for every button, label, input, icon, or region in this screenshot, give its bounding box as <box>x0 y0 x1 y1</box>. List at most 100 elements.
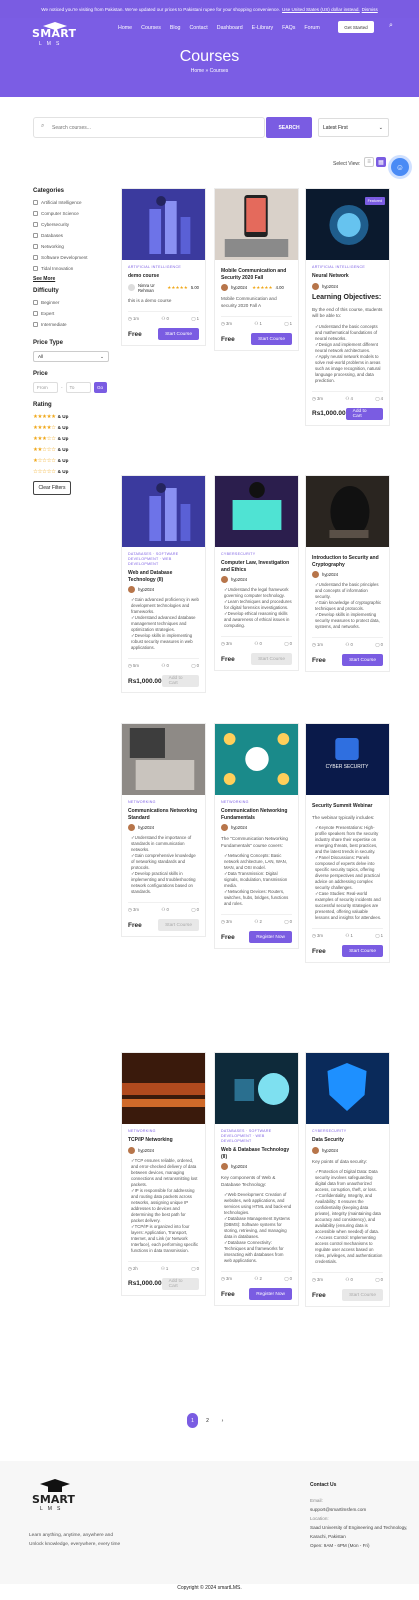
filter-category[interactable]: Artificial Intelligence <box>33 199 113 206</box>
checkbox[interactable] <box>33 266 38 271</box>
course-card[interactable]: CYBER SECURITY Security Summit Webinar The… <box>305 723 390 963</box>
course-action-button[interactable]: Add to Cart <box>161 1277 199 1290</box>
course-action-button[interactable]: Add to Cart <box>345 407 383 420</box>
filter-difficulty[interactable]: Intermediate <box>33 321 113 328</box>
filter-category[interactable]: Tidal Innovation <box>33 265 113 272</box>
checkbox[interactable] <box>33 211 38 216</box>
course-action-button[interactable]: Start Course <box>158 328 199 340</box>
course-action-button[interactable]: Start Course <box>158 919 199 931</box>
next-page-button[interactable]: › <box>217 1413 228 1428</box>
course-title[interactable]: Introduction to Security and Cryptograph… <box>312 555 383 568</box>
nav-blog[interactable]: Blog <box>170 25 181 31</box>
nav-faqs[interactable]: FAQs <box>282 25 295 31</box>
course-action-button[interactable]: Register Now <box>249 1288 292 1300</box>
price-from-input[interactable]: From <box>33 382 58 393</box>
filter-category[interactable]: Networking <box>33 243 113 250</box>
course-thumbnail[interactable] <box>215 476 298 547</box>
site-logo[interactable]: SMART LMS <box>32 22 76 50</box>
course-title[interactable]: Security Summit Webinar <box>312 803 383 810</box>
price-go-button[interactable]: Go <box>93 382 107 393</box>
course-category-tag[interactable]: NETWORKING <box>128 800 199 805</box>
course-thumbnail[interactable] <box>122 724 205 795</box>
rating-filter-5[interactable]: ★★★★★ & Up <box>33 413 113 420</box>
nav-elibrary[interactable]: E-Library <box>252 25 274 31</box>
course-title[interactable]: demo course <box>128 273 199 280</box>
course-thumbnail[interactable] <box>215 189 298 260</box>
grid-view-icon[interactable]: ▦ <box>376 157 386 167</box>
filter-category[interactable]: Databases <box>33 232 113 239</box>
checkbox[interactable] <box>33 311 38 316</box>
checkbox[interactable] <box>33 255 38 260</box>
course-card[interactable]: NETWORKING TCP/IP Networking hyp2024 ✓TCP e… <box>121 1052 206 1296</box>
search-icon[interactable]: ⌕ <box>389 22 393 30</box>
use-usd-link[interactable]: Use United States (US) dollar instead. <box>282 7 360 12</box>
course-thumbnail[interactable]: CYBER SECURITY <box>306 724 389 795</box>
course-category-tag[interactable]: NETWORKING <box>221 800 292 805</box>
rating-filter-0[interactable]: ☆☆☆☆☆ & Up <box>33 468 113 475</box>
price-to-input[interactable]: To <box>65 382 91 393</box>
checkbox[interactable] <box>33 200 38 205</box>
course-title[interactable]: Web & Database Technology (II) <box>221 1147 292 1160</box>
course-card[interactable]: Mobile Communication and Security 2020 F… <box>214 188 299 351</box>
list-view-icon[interactable]: ≡ <box>364 157 374 167</box>
course-action-button[interactable]: Start Course <box>342 945 383 957</box>
course-action-button[interactable]: Register Now <box>249 931 292 943</box>
course-category-tag[interactable]: DATABASES · SOFTWARE DEVELOPMENT · WEB D… <box>221 1129 292 1144</box>
page-1-button[interactable]: 1 <box>187 1413 198 1428</box>
price-type-select[interactable]: All ⌄ <box>33 351 109 362</box>
course-thumbnail[interactable] <box>122 1053 205 1124</box>
course-category-tag[interactable]: CYBERSECURITY <box>312 1129 383 1134</box>
checkbox[interactable] <box>33 222 38 227</box>
course-action-button[interactable]: Start Course <box>342 1289 383 1301</box>
course-card[interactable]: Featured ARTIFICIAL INTELLIGENCE Neural Ne… <box>305 188 390 426</box>
checkbox[interactable] <box>33 244 38 249</box>
nav-contact[interactable]: Contact <box>189 25 207 31</box>
course-card[interactable]: CYBERSECURITY Data Security hyp2024 Key poi… <box>305 1052 390 1307</box>
course-card[interactable]: DATABASES · SOFTWARE DEVELOPMENT · WEB D… <box>121 475 206 693</box>
search-button[interactable]: SEARCH <box>266 117 312 138</box>
checkbox[interactable] <box>33 233 38 238</box>
course-title[interactable]: Web and Database Technology (II) <box>128 570 199 583</box>
filter-difficulty[interactable]: Expert <box>33 310 113 317</box>
course-action-button[interactable]: Start Course <box>342 654 383 666</box>
clear-filters-button[interactable]: Clear Filters <box>33 481 71 495</box>
course-category-tag[interactable]: CYBERSECURITY <box>221 552 292 557</box>
course-card[interactable]: NETWORKING Communications Networking Stan… <box>121 723 206 937</box>
course-action-button[interactable]: Start Course <box>251 333 292 345</box>
course-thumbnail[interactable] <box>306 1053 389 1124</box>
course-thumbnail[interactable] <box>122 476 205 547</box>
page-2-button[interactable]: 2 <box>202 1413 213 1428</box>
course-thumbnail[interactable] <box>122 189 205 260</box>
course-title[interactable]: TCP/IP Networking <box>128 1137 199 1144</box>
checkbox[interactable] <box>33 300 38 305</box>
course-thumbnail[interactable] <box>306 476 389 547</box>
rating-filter-3[interactable]: ★★★☆☆ & Up <box>33 435 113 442</box>
course-card[interactable]: ARTIFICIAL INTELLIGENCE demo course Nimra … <box>121 188 206 346</box>
rating-filter-2[interactable]: ★★☆☆☆ & Up <box>33 446 113 453</box>
nav-forum[interactable]: Forum <box>304 25 319 31</box>
course-category-tag[interactable]: ARTIFICIAL INTELLIGENCE <box>128 265 199 270</box>
email-link[interactable]: support@smartlmsfem.com <box>310 1505 410 1514</box>
course-title[interactable]: Mobile Communication and Security 2020 F… <box>221 268 292 281</box>
course-thumbnail[interactable] <box>215 724 298 795</box>
sort-select[interactable]: Latest First ⌄ <box>318 118 389 137</box>
course-search-input[interactable] <box>52 123 252 133</box>
rating-filter-1[interactable]: ★☆☆☆☆ & Up <box>33 457 113 464</box>
dismiss-link[interactable]: Dismiss <box>362 7 378 12</box>
course-title[interactable]: Computer Law, Investigation and Ethics <box>221 560 292 573</box>
filter-difficulty[interactable]: Beginner <box>33 299 113 306</box>
nav-courses[interactable]: Courses <box>141 25 161 31</box>
checkbox[interactable] <box>33 322 38 327</box>
course-title[interactable]: Communications Networking Standard <box>128 808 199 821</box>
course-thumbnail[interactable] <box>215 1053 298 1124</box>
course-action-button[interactable]: Add to Cart <box>161 675 199 687</box>
course-title[interactable]: Data Security <box>312 1137 383 1144</box>
course-card[interactable]: NETWORKING Communication Networking Funda… <box>214 723 299 949</box>
accessibility-icon[interactable]: ☺ <box>391 158 409 176</box>
footer-logo[interactable]: SMART LMS <box>32 1479 78 1513</box>
course-title[interactable]: Communication Networking Fundamentals <box>221 808 292 821</box>
course-card[interactable]: DATABASES · SOFTWARE DEVELOPMENT · WEB D… <box>214 1052 299 1306</box>
rating-filter-4[interactable]: ★★★★☆ & Up <box>33 424 113 431</box>
course-card[interactable]: CYBERSECURITY Computer Law, Investigation… <box>214 475 299 671</box>
nav-dashboard[interactable]: Dashboard <box>217 25 243 31</box>
